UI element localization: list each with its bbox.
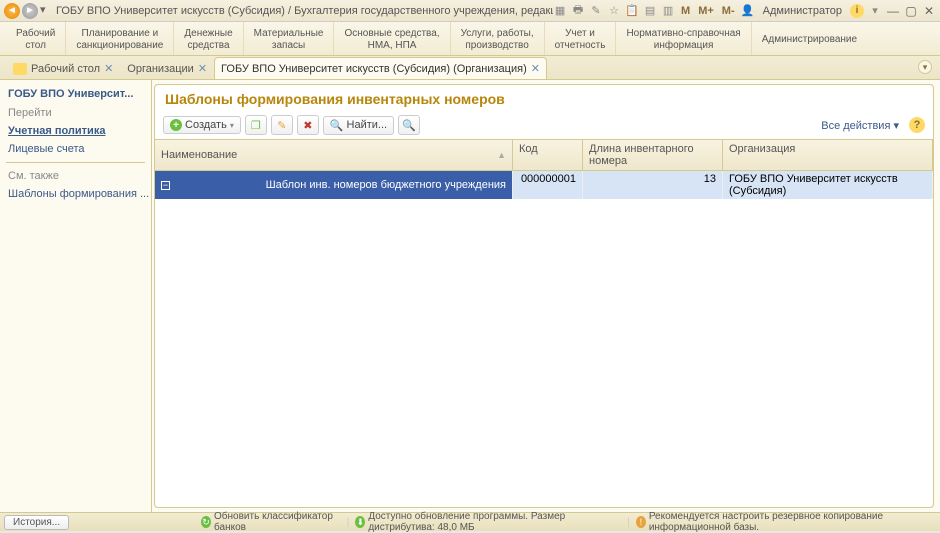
calendar-icon[interactable]: ▥ (661, 4, 675, 18)
main-menu: Рабочийстол Планирование исанкционирован… (0, 22, 940, 56)
sidebar-goto: Перейти (0, 104, 151, 122)
star-icon[interactable]: ☆ (607, 4, 621, 18)
collapse-icon[interactable]: − (161, 181, 170, 190)
menu-materials[interactable]: Материальныезапасы (244, 22, 335, 55)
close-button[interactable]: ✕ (922, 4, 936, 18)
grid-icon[interactable]: ▦ (553, 4, 567, 18)
warning-icon: ! (636, 516, 646, 528)
sidebar-separator (6, 162, 145, 163)
tab-organization-detail[interactable]: ГОБУ ВПО Университет искусств (Субсидия)… (214, 57, 547, 79)
sidebar-templates[interactable]: Шаблоны формирования ... (0, 185, 151, 203)
menu-assets[interactable]: Основные средства,НМА, НПА (334, 22, 450, 55)
create-label: Создать (185, 119, 227, 131)
col-org[interactable]: Организация (723, 140, 933, 170)
tab-label: Рабочий стол (31, 63, 100, 75)
m-plus-button[interactable]: M+ (696, 5, 716, 17)
m-button[interactable]: M (679, 5, 692, 17)
tab-organizations[interactable]: Организации ✕ (120, 57, 214, 79)
sidebar-header: ГОБУ ВПО Университ... (0, 84, 151, 104)
menu-admin[interactable]: Администрирование (752, 22, 867, 55)
desktop-icon (13, 63, 27, 75)
nav-forward-button[interactable]: ► (22, 3, 38, 19)
tool-icon[interactable]: ✎ (589, 4, 603, 18)
clipboard-icon[interactable]: 📋 (625, 4, 639, 18)
user-icon: 👤 (741, 4, 755, 18)
refresh-icon: ↻ (201, 516, 211, 528)
status-bar: История... ↻ Обновить классификатор банк… (0, 512, 940, 531)
data-grid: Наименование▲ Код Длина инвентарного ном… (155, 139, 933, 507)
status-update-banks[interactable]: ↻ Обновить классификатор банков (201, 511, 341, 533)
find-button[interactable]: 🔍 Найти... (323, 116, 394, 135)
all-actions-link[interactable]: Все действия ▾ (821, 119, 899, 132)
plus-icon: + (170, 119, 182, 131)
content-heading: Шаблоны формирования инвентарных номеров (155, 85, 933, 113)
info-icon[interactable]: i (850, 4, 864, 18)
menu-accounting[interactable]: Учет иотчетность (545, 22, 617, 55)
clear-find-button[interactable]: 🔍 (398, 115, 420, 135)
status-backup-recommend[interactable]: ! Рекомендуется настроить резервное копи… (636, 511, 936, 533)
help-button[interactable]: ? (909, 117, 925, 133)
col-name[interactable]: Наименование▲ (155, 140, 513, 170)
sidebar-see-also: См. также (0, 167, 151, 185)
create-button[interactable]: + Создать ▾ (163, 116, 241, 134)
titlebar: ◄ ► ▾ ГОБУ ВПО Университет искусств (Суб… (0, 0, 940, 22)
grid-header: Наименование▲ Код Длина инвентарного ном… (155, 140, 933, 171)
maximize-button[interactable]: ▢ (904, 4, 918, 18)
toolbar: + Создать ▾ ❐ ✎ ✖ 🔍 Найти... 🔍 Все дейст… (155, 113, 933, 139)
col-code[interactable]: Код (513, 140, 583, 170)
cell-code: 000000001 (513, 171, 583, 199)
sidebar-accounts[interactable]: Лицевые счета (0, 140, 151, 158)
content-panel: Шаблоны формирования инвентарных номеров… (154, 84, 934, 508)
cell-length: 13 (583, 171, 723, 199)
copy-button[interactable]: ❐ (245, 115, 267, 135)
tab-close-icon[interactable]: ✕ (104, 62, 113, 75)
tab-label: Организации (127, 63, 194, 75)
dropdown-icon: ▾ (230, 121, 234, 130)
status-update-available[interactable]: ⬇ Доступно обновление программы. Размер … (355, 511, 621, 533)
delete-button[interactable]: ✖ (297, 115, 319, 135)
cell-org: ГОБУ ВПО Университет искусств (Субсидия) (723, 171, 933, 199)
menu-reference[interactable]: Нормативно-справочнаяинформация (616, 22, 751, 55)
cell-name: − Шаблон инв. номеров бюджетного учрежде… (155, 171, 513, 199)
sort-asc-icon: ▲ (497, 150, 506, 160)
calc-icon[interactable]: ▤ (643, 4, 657, 18)
sidebar: ГОБУ ВПО Университ... Перейти Учетная по… (0, 80, 152, 512)
nav-dropdown-icon[interactable]: ▾ (40, 3, 50, 19)
menu-services[interactable]: Услуги, работы,производство (451, 22, 545, 55)
print-icon[interactable]: 🖶 (571, 4, 585, 18)
find-label: Найти... (347, 119, 388, 131)
user-label[interactable]: Администратор (759, 5, 846, 17)
nav-back-button[interactable]: ◄ (4, 3, 20, 19)
tab-label: ГОБУ ВПО Университет искусств (Субсидия)… (221, 63, 527, 75)
history-button[interactable]: История... (4, 515, 69, 530)
m-minus-button[interactable]: M- (720, 5, 737, 17)
tab-close-icon[interactable]: ✕ (531, 62, 540, 75)
grid-row[interactable]: − Шаблон инв. номеров бюджетного учрежде… (155, 171, 933, 199)
sidebar-policy[interactable]: Учетная политика (0, 122, 151, 140)
menu-planning[interactable]: Планирование исанкционирование (66, 22, 174, 55)
tabs-overflow-button[interactable]: ▾ (918, 60, 932, 74)
menu-desktop[interactable]: Рабочийстол (6, 22, 66, 55)
minimize-button[interactable]: — (886, 4, 900, 18)
menu-cash[interactable]: Денежныесредства (174, 22, 243, 55)
window-title: ГОБУ ВПО Университет искусств (Субсидия)… (56, 5, 553, 17)
dropdown-icon[interactable]: ▾ (868, 4, 882, 18)
workarea: ГОБУ ВПО Университ... Перейти Учетная по… (0, 80, 940, 512)
tab-bar: Рабочий стол ✕ Организации ✕ ГОБУ ВПО Ун… (0, 56, 940, 80)
search-icon: 🔍 (330, 119, 344, 132)
tab-desktop[interactable]: Рабочий стол ✕ (6, 57, 120, 79)
col-length[interactable]: Длина инвентарного номера (583, 140, 723, 170)
edit-button[interactable]: ✎ (271, 115, 293, 135)
tab-close-icon[interactable]: ✕ (198, 62, 207, 75)
download-icon: ⬇ (355, 516, 365, 528)
